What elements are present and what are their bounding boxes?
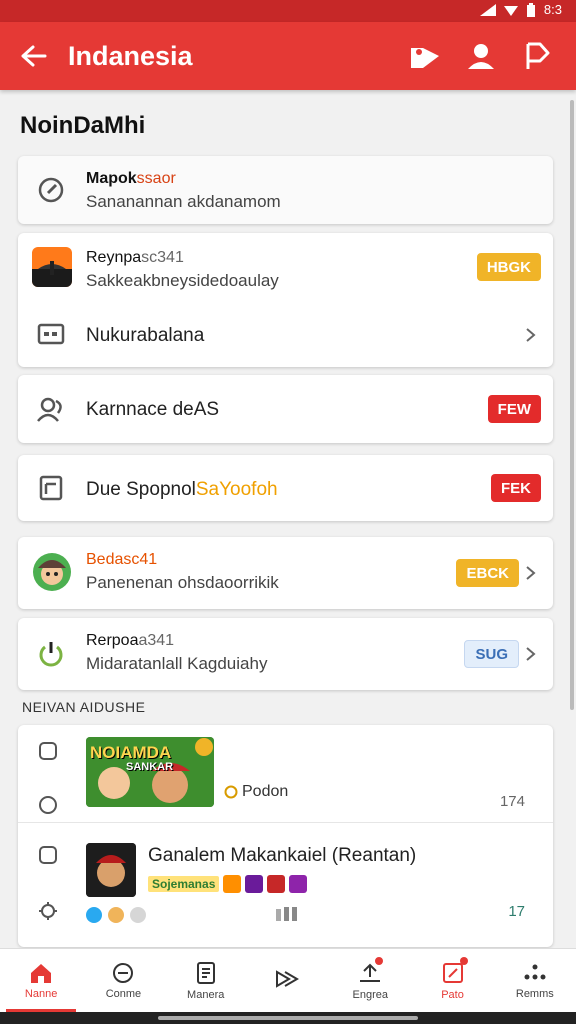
page-title: NoinDaMhi bbox=[20, 112, 146, 139]
document-icon bbox=[32, 469, 70, 507]
dot bbox=[130, 907, 146, 923]
chevron-right-icon bbox=[526, 328, 536, 342]
item-title: Reynpa bbox=[86, 249, 142, 266]
list-item[interactable]: Bedasc41 Panenenan ohsdaoorrikik EBCK bbox=[18, 537, 553, 609]
chip-icon bbox=[267, 875, 286, 893]
item-count: 17 bbox=[508, 903, 525, 920]
settings-icon[interactable] bbox=[38, 901, 58, 921]
list-item[interactable]: Karnnace deAS FEW bbox=[18, 375, 553, 443]
status-badge: FEW bbox=[487, 395, 541, 423]
tag-action-button[interactable] bbox=[408, 39, 442, 73]
status-badge: HBGK bbox=[476, 253, 541, 281]
document-icon bbox=[196, 961, 215, 984]
home-indicator bbox=[0, 1012, 576, 1024]
group-icon bbox=[32, 390, 70, 428]
notification-dot bbox=[459, 957, 468, 965]
thumbnail-title: NOIAMDA bbox=[90, 743, 172, 762]
back-arrow-icon bbox=[21, 45, 47, 67]
dot bbox=[86, 907, 102, 923]
status-badge: FEK bbox=[491, 474, 541, 502]
list-item[interactable]: Rerpoaa341 Midaratanlall Kagduiahy SUG bbox=[18, 618, 553, 690]
user-icon bbox=[468, 44, 494, 69]
chip-icon bbox=[289, 875, 308, 893]
chevron-right-icon bbox=[526, 647, 536, 661]
list-item[interactable]: NOIAMDA SANKAR Podon 174 bbox=[18, 725, 553, 823]
item-label: Karnnace deAS bbox=[86, 399, 220, 420]
item-title: Rerpoa bbox=[86, 632, 139, 649]
chevron-right-icon bbox=[526, 566, 536, 580]
card-icon bbox=[32, 315, 70, 353]
status-badge: EBCK bbox=[456, 559, 519, 587]
item-label: Due SpopnolSaYoofoh bbox=[86, 479, 278, 500]
group-card: Reynpasc341 Sakkeakbneysidedoaulay HBGK … bbox=[18, 233, 553, 367]
avatar bbox=[32, 552, 72, 592]
system-icons: 8:3 bbox=[479, 2, 562, 17]
checkbox-icon[interactable] bbox=[38, 845, 58, 865]
game-thumbnail bbox=[86, 843, 136, 897]
thumbnail-subtitle: SANKAR bbox=[126, 761, 174, 773]
list-item[interactable]: Nukurabalana bbox=[18, 303, 553, 367]
nav-engrea[interactable]: Engrea bbox=[329, 949, 411, 1012]
compass-icon bbox=[32, 171, 70, 209]
status-bar: 8:3 bbox=[0, 0, 576, 22]
nav-share[interactable] bbox=[247, 949, 329, 1012]
power-icon bbox=[32, 634, 70, 672]
item-title: Bedasc41 bbox=[86, 551, 158, 568]
card-subtitle: Sananannan akdanamom bbox=[86, 192, 281, 211]
nav-manera[interactable]: Manera bbox=[165, 949, 247, 1012]
flag-icon bbox=[526, 42, 550, 69]
color-dots bbox=[86, 907, 146, 923]
flag-action-button[interactable] bbox=[520, 39, 554, 73]
bars-icon bbox=[276, 907, 297, 921]
bottom-navigation: Nanne Conme Manera Engrea Pato Remms bbox=[0, 948, 576, 1012]
list-item[interactable]: Reynpasc341 Sakkeakbneysidedoaulay HBGK bbox=[18, 233, 553, 303]
media-list-card: NOIAMDA SANKAR Podon 174 Ganalem Makanka… bbox=[18, 725, 553, 947]
signal-icon bbox=[479, 3, 496, 16]
item-tag: Podon bbox=[224, 783, 288, 801]
status-badge: SUG bbox=[464, 640, 519, 668]
checkbox-icon[interactable] bbox=[38, 741, 58, 761]
item-subtitle: Panenenan ohsdaoorrikik bbox=[86, 573, 279, 592]
section-header: NEIVAN AIDUSHE bbox=[22, 699, 146, 715]
home-icon bbox=[31, 963, 52, 983]
item-subtitle: Sakkeakbneysidedoaulay bbox=[86, 271, 279, 290]
profile-action-button[interactable] bbox=[464, 39, 498, 73]
app-title: Indanesia bbox=[68, 40, 193, 71]
dot bbox=[108, 907, 124, 923]
card-title: Mapokssaor bbox=[86, 170, 176, 187]
game-thumbnail: NOIAMDA SANKAR bbox=[86, 737, 214, 807]
share-icon bbox=[275, 969, 299, 988]
circle-minus-icon bbox=[113, 962, 134, 983]
app-bar: Indanesia bbox=[0, 22, 576, 90]
nav-pato[interactable]: Pato bbox=[411, 949, 493, 1012]
chip-label: Sojemanas bbox=[148, 876, 220, 892]
chip-icon bbox=[245, 875, 264, 893]
nav-home[interactable]: Nanne bbox=[0, 949, 82, 1012]
item-count: 174 bbox=[499, 793, 525, 810]
battery-icon bbox=[526, 2, 535, 17]
chip-row: Sojemanas bbox=[148, 875, 308, 893]
item-subtitle: Midaratanlall Kagduiahy bbox=[86, 654, 268, 673]
item-title: Ganalem Makankaiel (Reantan) bbox=[148, 845, 417, 866]
nav-conme[interactable]: Conme bbox=[82, 949, 164, 1012]
scrollbar[interactable] bbox=[570, 100, 574, 710]
wifi-icon bbox=[503, 5, 518, 16]
info-card[interactable]: Mapokssaor Sananannan akdanamom bbox=[18, 156, 553, 224]
grid-dots-icon bbox=[524, 964, 546, 979]
list-item[interactable]: Ganalem Makankaiel (Reantan) Sojemanas 1… bbox=[18, 823, 553, 943]
radio-icon[interactable] bbox=[38, 795, 58, 815]
chip-icon bbox=[223, 875, 242, 893]
list-item[interactable]: Due SpopnolSaYoofoh FEK bbox=[18, 455, 553, 521]
nav-remms[interactable]: Remms bbox=[494, 949, 576, 1012]
status-time: 8:3 bbox=[543, 2, 562, 17]
item-label: Nukurabalana bbox=[86, 325, 205, 346]
tag-icon bbox=[411, 48, 439, 68]
app-thumbnail bbox=[32, 247, 72, 287]
back-button[interactable] bbox=[18, 41, 48, 71]
coin-icon bbox=[224, 785, 238, 799]
